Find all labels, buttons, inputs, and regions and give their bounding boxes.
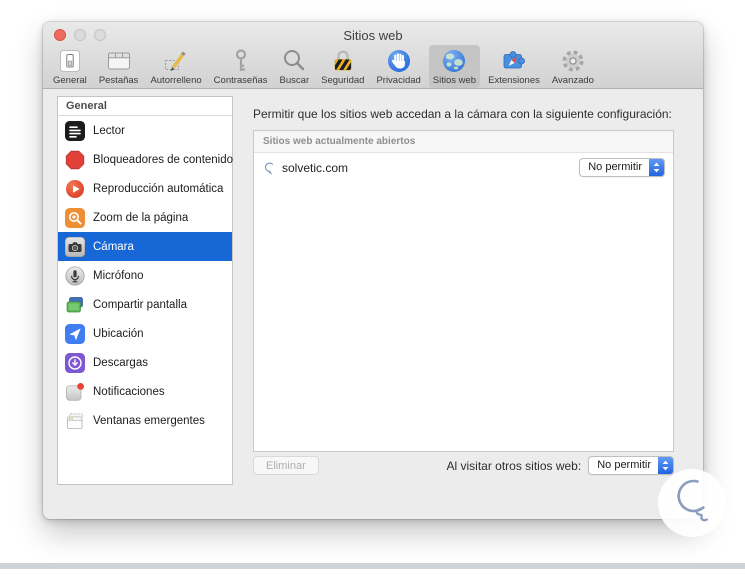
sidebar-header: General <box>58 97 232 116</box>
toolbar-tab-label: Pestañas <box>99 75 139 86</box>
toolbar-tab-pestanas[interactable]: Pestañas <box>95 45 143 88</box>
popup-windows-icon <box>65 411 85 431</box>
toolbar-tab-label: Avanzado <box>552 75 594 86</box>
toolbar-tab-autorrelleno[interactable]: Autorrelleno <box>146 45 205 88</box>
safari-preferences-window: Sitios web General <box>43 22 703 519</box>
toolbar-tab-label: Contraseñas <box>214 75 268 86</box>
toolbar-tab-seguridad[interactable]: Seguridad <box>317 45 368 88</box>
select-stepper-icon <box>649 159 664 176</box>
sidebar-item-reproduccion[interactable]: Reproducción automática <box>58 174 232 203</box>
sidebar-item-label: Ubicación <box>93 328 144 340</box>
titlebar: Sitios web <box>43 22 703 44</box>
page-zoom-icon <box>65 208 85 228</box>
site-permission-select[interactable]: No permitir <box>579 158 665 177</box>
sidebar-item-label: Lector <box>93 125 125 137</box>
permission-heading: Permitir que los sitios web accedan a la… <box>253 107 683 121</box>
sidebar-item-zoom-pagina[interactable]: Zoom de la página <box>58 203 232 232</box>
websites-table: Sitios web actualmente abiertos solvetic… <box>253 130 674 452</box>
sidebar-item-notificaciones[interactable]: Notificaciones <box>58 377 232 406</box>
toolbar-tab-extensiones[interactable]: Extensiones <box>484 45 544 88</box>
select-value: No permitir <box>589 457 658 474</box>
hand-icon <box>386 48 412 74</box>
window-chrome: Sitios web General <box>43 22 703 89</box>
sidebar-item-bloqueadores[interactable]: Bloqueadores de contenido <box>58 145 232 174</box>
sidebar-item-ventanas-emergentes[interactable]: Ventanas emergentes <box>58 406 232 435</box>
camera-icon <box>65 237 85 257</box>
puzzle-icon <box>501 48 527 74</box>
sidebar-item-label: Compartir pantalla <box>93 299 187 311</box>
sidebar-item-descargas[interactable]: Descargas <box>58 348 232 377</box>
sidebar-item-label: Reproducción automática <box>93 183 223 195</box>
toolbar-tab-label: General <box>53 75 87 86</box>
toolbar-tab-label: Autorrelleno <box>150 75 201 86</box>
sidebar-item-label: Ventanas emergentes <box>93 415 205 427</box>
switch-icon <box>57 48 83 74</box>
sidebar-item-label: Micrófono <box>93 270 144 282</box>
sidebar: General Lector <box>57 96 233 485</box>
screen-share-icon <box>65 295 85 315</box>
toolbar-tab-privacidad[interactable]: Privacidad <box>372 45 424 88</box>
preferences-toolbar: General Pestañas <box>49 45 598 88</box>
sidebar-item-compartir-pantalla[interactable]: Compartir pantalla <box>58 290 232 319</box>
other-sites-control: Al visitar otros sitios web: No permitir <box>446 456 674 475</box>
sidebar-item-lector[interactable]: Lector <box>58 116 232 145</box>
reader-icon <box>65 121 85 141</box>
magnifier-icon <box>281 48 307 74</box>
screenshot-canvas: Sitios web General <box>0 0 745 574</box>
delete-button[interactable]: Eliminar <box>253 456 319 475</box>
sidebar-items: Lector Bloqueadores de contenido <box>58 116 232 435</box>
pencil-icon <box>163 48 189 74</box>
solvetic-bulb-watermark <box>655 466 729 540</box>
toolbar-tab-label: Extensiones <box>488 75 540 86</box>
toolbar-tab-contrasenas[interactable]: Contraseñas <box>210 45 272 88</box>
tabs-icon <box>106 48 132 74</box>
table-row[interactable]: solvetic.com No permitir <box>254 153 673 182</box>
select-value: No permitir <box>580 159 649 176</box>
sidebar-item-label: Zoom de la página <box>93 212 188 224</box>
other-sites-label: Al visitar otros sitios web: <box>446 459 581 473</box>
sidebar-item-ubicacion[interactable]: Ubicación <box>58 319 232 348</box>
toolbar-tab-label: Sitios web <box>433 75 476 86</box>
toolbar-tab-sitios-web[interactable]: Sitios web <box>429 45 480 88</box>
bottom-band <box>0 563 745 569</box>
location-icon <box>65 324 85 344</box>
sidebar-item-label: Descargas <box>93 357 148 369</box>
sidebar-item-label: Notificaciones <box>93 386 165 398</box>
toolbar-tab-label: Seguridad <box>321 75 364 86</box>
table-header: Sitios web actualmente abiertos <box>254 131 673 153</box>
toolbar-tab-avanzado[interactable]: Avanzado <box>548 45 598 88</box>
lock-icon <box>330 48 356 74</box>
sidebar-item-label: Bloqueadores de contenido <box>93 154 233 166</box>
sidebar-item-microfono[interactable]: Micrófono <box>58 261 232 290</box>
gear-icon <box>560 48 586 74</box>
key-icon <box>228 48 254 74</box>
play-circle-icon <box>65 179 85 199</box>
footer-controls: Eliminar Al visitar otros sitios web: No… <box>253 456 674 475</box>
site-name: solvetic.com <box>282 161 573 175</box>
toolbar-tab-buscar[interactable]: Buscar <box>276 45 314 88</box>
globe-icon <box>441 48 467 74</box>
stop-octagon-icon <box>65 150 85 170</box>
sidebar-item-label: Cámara <box>93 241 134 253</box>
toolbar-tab-label: Buscar <box>280 75 310 86</box>
sidebar-item-camara[interactable]: Cámara <box>58 232 232 261</box>
microphone-icon <box>65 266 85 286</box>
site-favicon-bulb-icon <box>262 161 276 175</box>
window-title: Sitios web <box>43 28 703 43</box>
toolbar-tab-general[interactable]: General <box>49 45 91 88</box>
downloads-icon <box>65 353 85 373</box>
toolbar-tab-label: Privacidad <box>376 75 420 86</box>
notifications-icon <box>65 382 85 402</box>
